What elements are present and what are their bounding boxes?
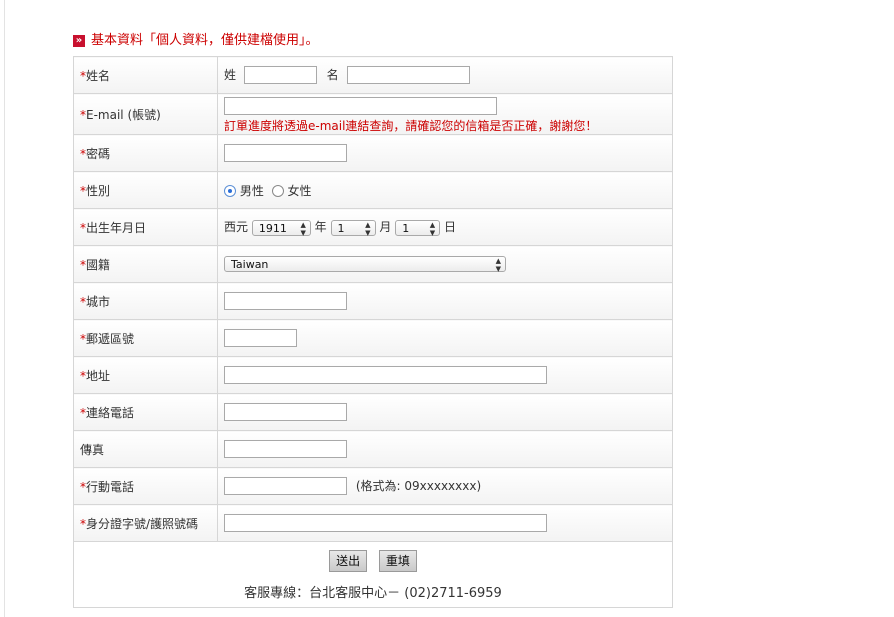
customer-service-line: 客服專線：台北客服中心－ (02)2711-6959 bbox=[244, 586, 502, 601]
label-email: *E-mail (帳號) bbox=[73, 93, 218, 135]
label-city: *城市 bbox=[73, 282, 218, 320]
left-border-line bbox=[4, 0, 5, 617]
label-gender: *性別 bbox=[73, 171, 218, 209]
reset-button[interactable]: 重填 bbox=[378, 550, 417, 572]
label-nationality: *國籍 bbox=[73, 245, 218, 283]
fax-input[interactable] bbox=[224, 440, 347, 458]
phone-input[interactable] bbox=[224, 403, 347, 421]
updown-arrows-icon: ▲ ▼ bbox=[365, 220, 371, 237]
birth-year-select[interactable]: 1911 ▲ ▼ bbox=[251, 219, 311, 237]
submit-button[interactable]: 送出 bbox=[329, 550, 368, 572]
label-password: *密碼 bbox=[73, 134, 218, 172]
gender-female-radio[interactable] bbox=[271, 185, 284, 197]
first-name-label: 名 bbox=[326, 67, 339, 82]
label-zip: *郵遞區號 bbox=[73, 319, 218, 357]
section-title: 基本資料「個人資料，僅供建檔使用」。 bbox=[91, 32, 319, 48]
first-name-input[interactable] bbox=[346, 66, 470, 85]
nationality-select[interactable]: Taiwan ▲ ▼ bbox=[224, 256, 506, 273]
last-name-label: 姓 bbox=[224, 67, 237, 82]
label-fax: 傳真 bbox=[73, 430, 218, 468]
row-id: *身分證字號/護照號碼 bbox=[73, 504, 673, 542]
updown-arrows-icon: ▲ ▼ bbox=[495, 257, 501, 273]
label-address: *地址 bbox=[73, 356, 218, 394]
updown-arrows-icon: ▲ ▼ bbox=[300, 220, 306, 237]
updown-arrows-icon: ▲ ▼ bbox=[429, 220, 436, 237]
row-address: *地址 bbox=[73, 356, 673, 394]
label-mobile: *行動電話 bbox=[73, 467, 218, 505]
row-email: *E-mail (帳號) 訂單進度將透過e-mail連結查詢，請確認您的信箱是否… bbox=[73, 93, 673, 135]
birth-day-select[interactable]: 1 ▲ ▼ bbox=[395, 219, 441, 237]
row-birthday: *出生年月日 西元 1911 ▲ ▼ 年 1 ▲ ▼ 月 1 ▲ ▼ 日 bbox=[73, 208, 673, 246]
password-input[interactable] bbox=[224, 144, 347, 162]
birthday-prefix: 西元 bbox=[224, 220, 249, 235]
gender-male-radio[interactable] bbox=[224, 185, 236, 197]
birth-month-select[interactable]: 1 ▲ ▼ bbox=[330, 219, 376, 237]
row-mobile: *行動電話 (格式為: 09xxxxxxxx) bbox=[73, 467, 673, 505]
row-password: *密碼 bbox=[73, 134, 673, 172]
gender-female-label: 女性 bbox=[287, 183, 312, 198]
last-name-input[interactable] bbox=[243, 66, 317, 85]
month-unit: 月 bbox=[379, 220, 392, 235]
gender-male-label: 男性 bbox=[239, 183, 264, 198]
email-note: 訂單進度將透過e-mail連結查詢，請確認您的信箱是否正確，謝謝您！ bbox=[224, 119, 598, 133]
section-marker-icon: » bbox=[73, 35, 85, 47]
city-input[interactable] bbox=[224, 292, 347, 310]
label-id: *身分證字號/護照號碼 bbox=[73, 504, 218, 542]
row-actions: 送出 重填 客服專線：台北客服中心－ (02)2711-6959 bbox=[73, 541, 673, 608]
id-input[interactable] bbox=[224, 514, 547, 532]
email-input[interactable] bbox=[224, 97, 497, 115]
registration-form: *姓名 姓 名 *E-mail (帳號) 訂單進度將透過e-mail連結查詢，請… bbox=[73, 56, 673, 608]
label-birthday: *出生年月日 bbox=[73, 208, 218, 246]
row-phone: *連絡電話 bbox=[73, 393, 673, 431]
label-phone: *連絡電話 bbox=[73, 393, 218, 431]
row-gender: *性別 男性 女性 bbox=[73, 171, 673, 209]
mobile-format-hint: (格式為: 09xxxxxxxx) bbox=[355, 478, 482, 493]
section-header: » 基本資料「個人資料，僅供建檔使用」。 bbox=[73, 28, 319, 48]
label-name: *姓名 bbox=[73, 56, 218, 94]
row-nationality: *國籍 Taiwan ▲ ▼ bbox=[73, 245, 673, 283]
day-unit: 日 bbox=[444, 220, 457, 235]
row-fax: 傳真 bbox=[73, 430, 673, 468]
address-input[interactable] bbox=[224, 366, 547, 384]
row-name: *姓名 姓 名 bbox=[73, 56, 673, 94]
row-city: *城市 bbox=[73, 282, 673, 320]
mobile-input[interactable] bbox=[224, 477, 347, 496]
year-unit: 年 bbox=[314, 220, 327, 235]
row-zip: *郵遞區號 bbox=[73, 319, 673, 357]
zip-input[interactable] bbox=[224, 329, 297, 347]
